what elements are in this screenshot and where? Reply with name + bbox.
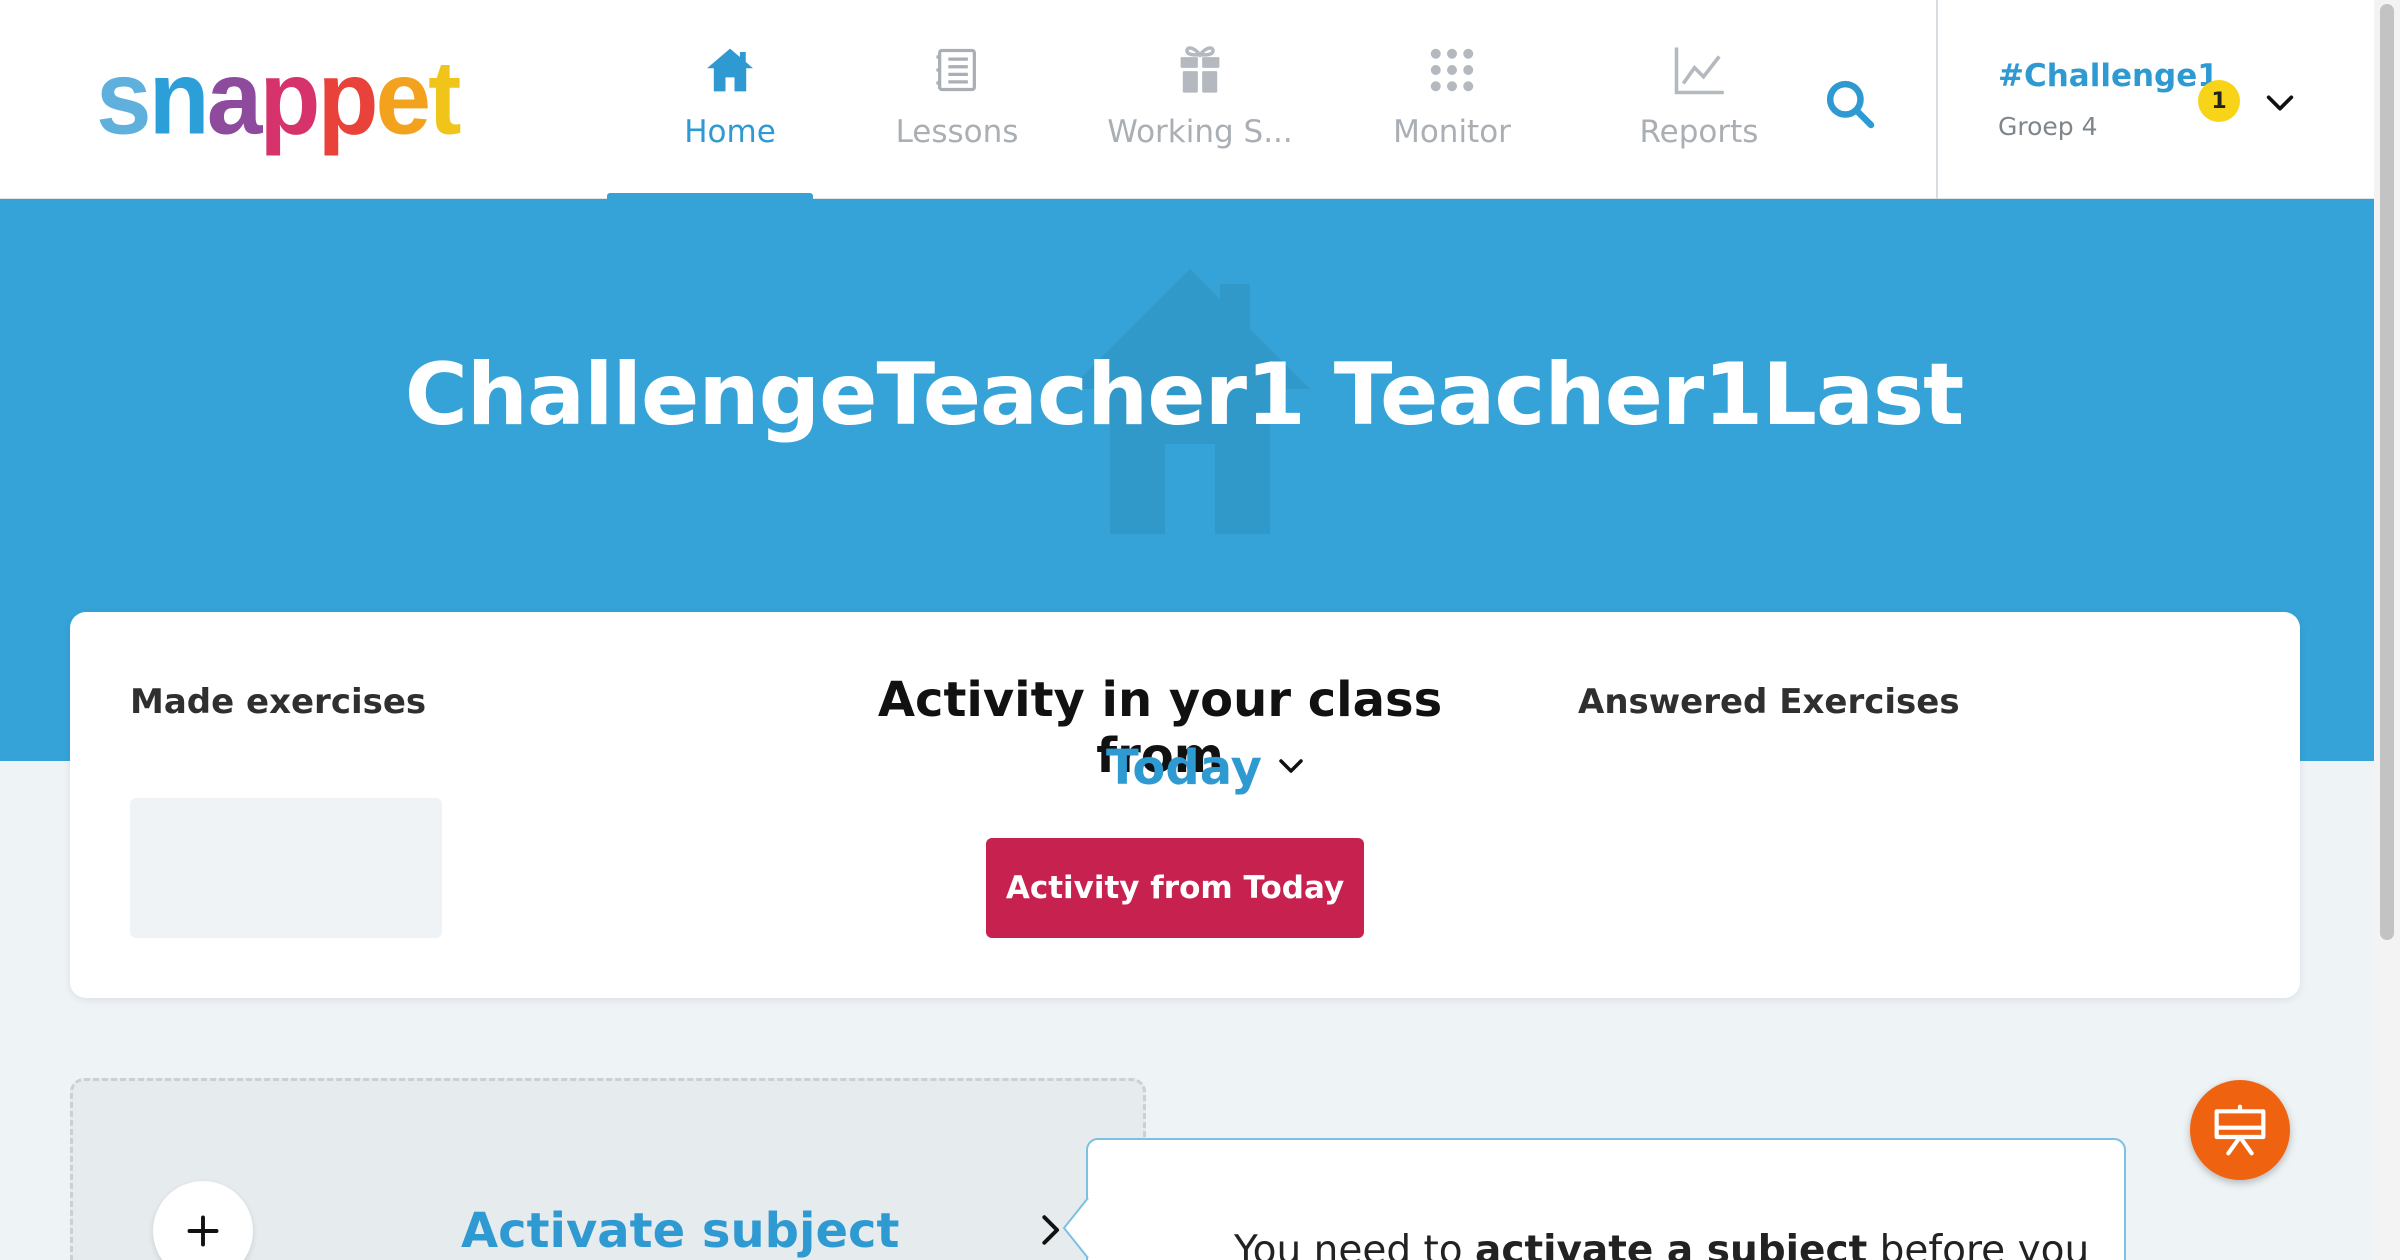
nav-label: Reports — [1639, 114, 1759, 150]
top-navigation-bar: snappet Home Lessons Working S... Monito… — [0, 0, 2374, 199]
teacher-name-title: ChallengeTeacher1 Teacher1Last — [404, 345, 1965, 445]
nav-item-monitor[interactable]: Monitor — [1329, 0, 1575, 199]
activity-from-today-button[interactable]: Activity from Today — [986, 838, 1364, 938]
class-switcher[interactable]: #Challenge1 Groep 4 1 — [1936, 0, 2374, 199]
chevron-down-icon[interactable] — [2263, 86, 2297, 120]
period-dropdown[interactable]: Today — [1106, 740, 1306, 796]
class-name: #Challenge1 — [1998, 58, 2219, 94]
nav-item-lessons[interactable]: Lessons — [834, 0, 1080, 199]
search-icon[interactable] — [1822, 76, 1878, 132]
activity-card: Made exercises Activity in your class fr… — [70, 612, 2300, 998]
answered-exercises-label: Answered Exercises — [1578, 682, 1960, 722]
made-exercises-label: Made exercises — [130, 682, 427, 722]
presentation-board-icon — [2214, 1104, 2266, 1156]
gift-icon — [1170, 40, 1230, 100]
activate-subject-link[interactable]: Activate subject — [461, 1203, 899, 1259]
tooltip-arrow — [1062, 1198, 1089, 1258]
chevron-down-icon — [1276, 751, 1306, 785]
scrollbar[interactable] — [2374, 0, 2400, 1260]
nav-label: Home — [684, 114, 776, 150]
group-name: Groep 4 — [1998, 112, 2098, 141]
nav-item-home[interactable]: Home — [607, 0, 853, 199]
activate-subject-tooltip: You need to activate a subject before yo… — [1086, 1138, 2126, 1260]
notification-badge[interactable]: 1 — [2198, 80, 2240, 122]
notebook-icon — [927, 40, 987, 100]
tooltip-text: You need to activate a subject before yo… — [1234, 1228, 2090, 1260]
home-icon — [700, 40, 760, 100]
nav-label: Monitor — [1393, 114, 1511, 150]
line-chart-icon — [1669, 40, 1729, 100]
grid-dots-icon — [1422, 40, 1482, 100]
nav-label: Working S... — [1107, 114, 1293, 150]
nav-item-working-schedule[interactable]: Working S... — [1077, 0, 1323, 199]
scrollbar-thumb[interactable] — [2380, 4, 2394, 940]
period-selected-value: Today — [1106, 740, 1262, 796]
plus-icon — [187, 1215, 219, 1247]
made-exercises-placeholder — [130, 798, 442, 938]
nav-label: Lessons — [895, 114, 1019, 150]
nav-item-reports[interactable]: Reports — [1576, 0, 1822, 199]
activate-subject-panel[interactable]: Activate subject — [70, 1078, 1146, 1260]
add-subject-button[interactable] — [153, 1181, 253, 1260]
presentation-mode-button[interactable] — [2190, 1080, 2290, 1180]
